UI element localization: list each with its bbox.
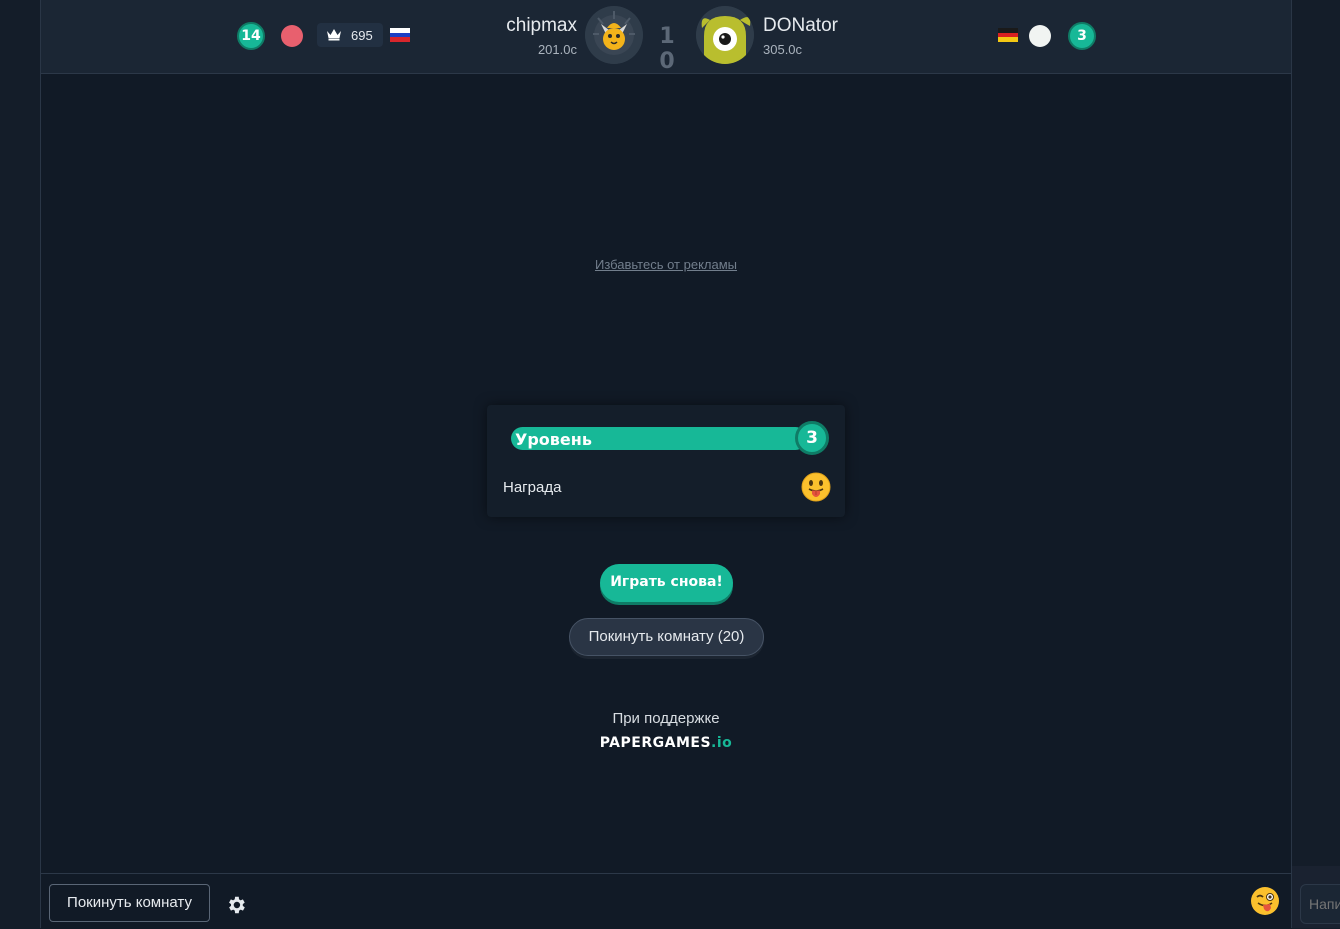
papergames-logo[interactable]: PaperGames.io	[41, 735, 1291, 751]
left-player-avatar[interactable]	[585, 6, 643, 64]
reward-label: Награда	[503, 479, 562, 496]
brand-tld: .io	[711, 735, 733, 751]
right-color-dot	[1029, 25, 1051, 47]
match-score: 1 0	[659, 24, 681, 74]
level-card: Уровень 3 Награда	[487, 405, 845, 517]
leave-room-countdown-button[interactable]: Покинуть комнату (20)	[569, 618, 764, 656]
players-header: 14 695 chipmax 201.0c 1 0 DONator 305.0c…	[41, 0, 1291, 74]
left-player-name: chipmax	[506, 15, 577, 36]
right-player-time: 305.0c	[763, 42, 803, 57]
right-player-avatar[interactable]	[696, 6, 754, 64]
germany-flag-icon	[998, 28, 1018, 42]
footer-bar: Покинуть комнату	[41, 873, 1291, 929]
remove-ads-link[interactable]: Избавьтесь от рекламы	[41, 257, 1291, 272]
russia-flag-icon	[390, 28, 410, 42]
left-level-badge: 14	[237, 22, 265, 50]
chat-message-input[interactable]	[1300, 884, 1340, 924]
level-progress-bar: Уровень	[511, 427, 807, 450]
leave-room-button[interactable]: Покинуть комнату	[49, 884, 210, 922]
right-level-badge: 3	[1068, 22, 1096, 50]
brand-name: PaperGames	[599, 735, 712, 751]
level-number-badge: 3	[795, 421, 829, 455]
powered-by-text: При поддержке	[612, 710, 720, 727]
rating-value: 695	[351, 28, 373, 43]
play-again-button[interactable]: Играть снова!	[600, 564, 733, 602]
left-color-dot	[281, 25, 303, 47]
crown-icon	[325, 27, 343, 46]
left-player-time: 201.0c	[537, 42, 577, 57]
rating-box: 695	[317, 23, 383, 47]
level-label: Уровень	[515, 430, 592, 449]
game-frame: 14 695 chipmax 201.0c 1 0 DONator 305.0c…	[40, 0, 1292, 929]
gear-icon[interactable]	[225, 894, 247, 921]
right-player-name: DONator	[763, 15, 838, 36]
winking-tongue-emoji-icon[interactable]	[1250, 886, 1280, 921]
tongue-emoji-icon	[801, 472, 831, 507]
